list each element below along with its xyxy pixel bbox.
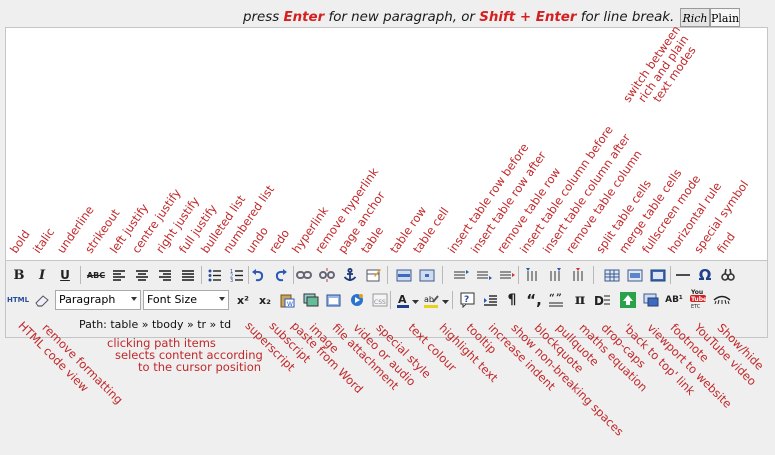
horizontal-rule-icon[interactable] xyxy=(673,265,693,285)
merge-cells-icon[interactable] xyxy=(625,265,645,285)
svg-text:ab: ab xyxy=(424,295,434,304)
video-audio-icon[interactable] xyxy=(347,290,367,310)
pullquote-icon[interactable]: “” xyxy=(546,290,566,310)
highlight-icon[interactable]: ab xyxy=(421,290,441,310)
redo-icon[interactable] xyxy=(271,265,291,285)
insert-row-before-icon[interactable] xyxy=(451,265,471,285)
image-icon[interactable] xyxy=(301,290,321,310)
paste-word-icon[interactable]: W xyxy=(277,290,297,310)
drop-caps-icon[interactable]: D xyxy=(592,290,612,310)
viewport-icon[interactable] xyxy=(641,290,661,310)
element-path[interactable]: Path: table » tbody » tr » td xyxy=(79,318,231,331)
hyperlink-icon[interactable] xyxy=(294,265,314,285)
bulleted-list-icon[interactable] xyxy=(205,265,225,285)
svg-text:W: W xyxy=(287,301,293,308)
svg-text:3: 3 xyxy=(230,278,233,282)
split-cells-icon[interactable] xyxy=(602,265,622,285)
underline-button[interactable]: U xyxy=(55,265,75,285)
html-view-button[interactable]: HTML xyxy=(7,290,29,310)
align-center-icon[interactable] xyxy=(132,265,152,285)
file-attachment-icon[interactable] xyxy=(324,290,344,310)
find-icon[interactable] xyxy=(718,265,738,285)
insert-row-after-icon[interactable] xyxy=(474,265,494,285)
show-hide-icon[interactable] xyxy=(712,290,732,310)
maths-equation-button[interactable]: π xyxy=(570,290,590,310)
keyboard-hint: press Enter for new paragraph, or Shift … xyxy=(243,10,675,25)
remove-row-icon[interactable] xyxy=(497,265,517,285)
svg-text:”: ” xyxy=(556,293,562,304)
table-cell-icon[interactable] xyxy=(417,265,437,285)
footnote-button[interactable]: AB¹ xyxy=(664,290,684,310)
youtube-icon[interactable]: You Tube ETC xyxy=(688,288,708,309)
back-to-top-icon[interactable] xyxy=(618,290,638,310)
note-path-3: to the cursor position xyxy=(138,360,262,374)
highlight-dropdown-icon[interactable] xyxy=(440,292,450,312)
anchor-icon[interactable] xyxy=(340,265,360,285)
superscript-button[interactable]: x² xyxy=(233,290,253,310)
svg-text:A: A xyxy=(398,293,407,306)
svg-text:ETC: ETC xyxy=(691,304,701,309)
remove-column-icon[interactable] xyxy=(568,265,588,285)
svg-text:D: D xyxy=(594,294,604,307)
table-row-icon[interactable] xyxy=(394,265,414,285)
text-colour-dropdown-icon[interactable] xyxy=(410,292,420,312)
font-size-select[interactable]: Font Size xyxy=(143,290,229,310)
align-right-icon[interactable] xyxy=(155,265,175,285)
numbered-list-icon[interactable]: 123 xyxy=(227,265,247,285)
insert-column-after-icon[interactable] xyxy=(545,265,565,285)
special-symbol-button[interactable]: Ω xyxy=(695,265,715,285)
svg-text:CSS: CSS xyxy=(374,299,386,306)
eraser-icon[interactable] xyxy=(32,290,52,310)
svg-text:?: ? xyxy=(464,295,469,305)
rich-mode-button[interactable]: Rich xyxy=(680,8,710,27)
insert-column-before-icon[interactable] xyxy=(522,265,542,285)
special-style-icon[interactable]: CSS xyxy=(370,290,390,310)
svg-text:“: “ xyxy=(549,293,555,304)
non-breaking-spaces-button[interactable]: ¶ xyxy=(502,290,522,310)
tooltip-icon[interactable]: ? xyxy=(457,290,477,310)
remove-hyperlink-icon[interactable] xyxy=(317,265,337,285)
align-left-icon[interactable] xyxy=(109,265,129,285)
subscript-button[interactable]: x₂ xyxy=(255,290,275,310)
table-icon[interactable] xyxy=(363,265,383,285)
bold-button[interactable]: B xyxy=(9,265,29,285)
undo-icon[interactable] xyxy=(248,265,268,285)
increase-indent-icon[interactable] xyxy=(480,290,500,310)
svg-text:Tube: Tube xyxy=(691,296,707,303)
fullscreen-icon[interactable] xyxy=(648,265,668,285)
blockquote-button[interactable]: “, xyxy=(524,290,544,310)
align-justify-icon[interactable] xyxy=(178,265,198,285)
italic-button[interactable]: I xyxy=(32,265,52,285)
plain-mode-button[interactable]: Plain xyxy=(710,8,740,27)
svg-text:You: You xyxy=(690,289,703,296)
strikeout-button[interactable]: ABC xyxy=(86,265,106,285)
format-select[interactable]: Paragraph xyxy=(55,290,141,310)
